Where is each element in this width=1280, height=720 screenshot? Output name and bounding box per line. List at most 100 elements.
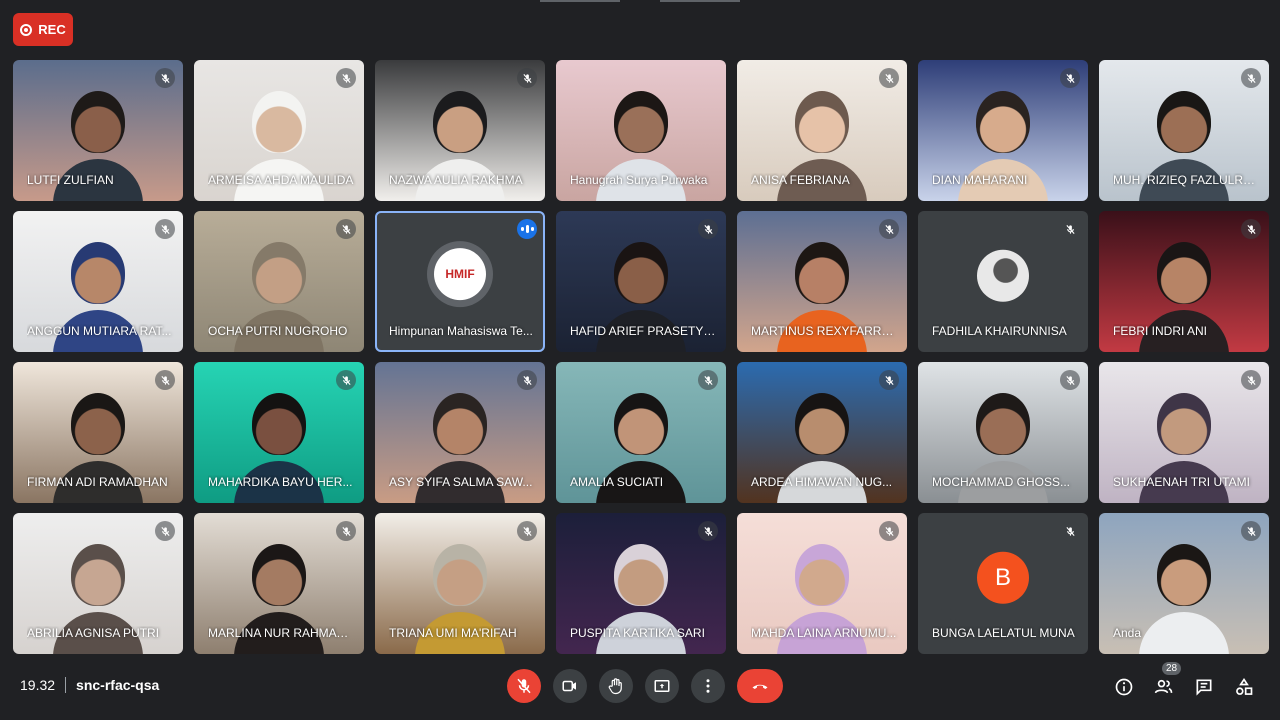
avatar: B — [977, 551, 1029, 604]
participant-tile[interactable]: LUTFI ZULFIAN — [13, 60, 183, 201]
participant-tile[interactable]: MUH. RIZIEQ FAZLULRA... — [1099, 60, 1269, 201]
participant-name: MAHDA LAINA ARNUMU... — [751, 626, 897, 640]
participant-tile[interactable]: SUKHAENAH TRI UTAMI — [1099, 362, 1269, 503]
mic-off-icon — [517, 678, 531, 694]
recording-label: REC — [38, 22, 66, 37]
top-indicator-segment — [540, 0, 620, 2]
camera-toggle-button[interactable] — [553, 669, 587, 703]
activities-button[interactable] — [1232, 675, 1256, 699]
participant-tile[interactable]: Hanugrah Surya Purwaka — [556, 60, 726, 201]
participant-name: FADHILA KHAIRUNNISA — [932, 324, 1067, 338]
participant-tile[interactable]: MARTINUS REXYFARREL... — [737, 211, 907, 352]
participant-tile[interactable]: ASY SYIFA SALMA SAW... — [375, 362, 545, 503]
info-icon — [1115, 678, 1133, 696]
participant-tile[interactable]: MARLINA NUR RAHMAW... — [194, 513, 364, 654]
participant-name: Anda — [1113, 626, 1142, 640]
mic-off-icon — [517, 68, 537, 88]
participant-tile[interactable]: Anda — [1099, 513, 1269, 654]
participant-name: ASY SYIFA SALMA SAW... — [389, 475, 533, 489]
participant-tile[interactable]: HAFID ARIEF PRASETYO - — [556, 211, 726, 352]
mic-off-icon — [336, 219, 356, 239]
participant-name: ANISA FEBRIANA — [751, 173, 850, 187]
participant-name: MARLINA NUR RAHMAW... — [208, 626, 356, 640]
participant-name: MAHARDIKA BAYU HER... — [208, 475, 353, 489]
participant-name: SUKHAENAH TRI UTAMI — [1113, 475, 1250, 489]
hmif-logo-text: HMIF — [434, 247, 486, 300]
participant-grid: LUTFI ZULFIAN ARMEISA AHDA MAULIDA NAZWA A… — [13, 60, 1269, 654]
mic-off-icon — [1241, 521, 1261, 541]
participant-tile[interactable]: AMALIA SUCIATI — [556, 362, 726, 503]
speaking-indicator-icon — [517, 219, 537, 239]
participant-name: MUH. RIZIEQ FAZLULRA... — [1113, 173, 1261, 187]
meeting-code: snc-rfac-qsa — [76, 677, 160, 693]
participant-name: HAFID ARIEF PRASETYO - — [570, 324, 718, 338]
record-icon — [20, 23, 33, 36]
participant-tile[interactable]: TRIANA UMI MA'RIFAH — [375, 513, 545, 654]
mic-off-icon — [155, 370, 175, 390]
participant-tile[interactable]: MOCHAMMAD GHOSS... — [918, 362, 1088, 503]
more-options-button[interactable] — [691, 669, 725, 703]
participant-name: FEBRI INDRI ANI — [1113, 324, 1208, 338]
participant-tile[interactable]: FIRMAN ADI RAMADHAN — [13, 362, 183, 503]
mic-off-icon — [1060, 521, 1080, 541]
mic-off-icon — [879, 219, 899, 239]
mic-off-icon — [155, 521, 175, 541]
participant-tile[interactable]: DIAN MAHARANI — [918, 60, 1088, 201]
chat-button[interactable] — [1192, 675, 1216, 699]
participant-tile[interactable]: ARMEISA AHDA MAULIDA — [194, 60, 364, 201]
mic-off-icon — [698, 219, 718, 239]
activities-icon — [1236, 677, 1253, 695]
people-icon — [1154, 679, 1173, 694]
present-screen-icon — [654, 680, 670, 692]
meeting-details-button[interactable] — [1112, 675, 1136, 699]
participant-tile[interactable]: OCHA PUTRI NUGROHO — [194, 211, 364, 352]
bottom-toolbar: 19.32 snc-rfac-qsa 28 — [0, 655, 1280, 720]
mic-off-icon — [517, 521, 537, 541]
participant-tile[interactable]: B BUNGA LAELATUL MUNA — [918, 513, 1088, 654]
top-indicator-segment — [660, 0, 740, 2]
meeting-time: 19.32 — [20, 677, 56, 693]
participant-name: BUNGA LAELATUL MUNA — [932, 626, 1075, 640]
participant-name: Himpunan Mahasiswa Te... — [389, 324, 533, 338]
chat-icon — [1196, 679, 1212, 696]
mic-off-icon — [1241, 68, 1261, 88]
participant-name: ARMEISA AHDA MAULIDA — [208, 173, 354, 187]
participant-tile[interactable]: FADHILA KHAIRUNNISA — [918, 211, 1088, 352]
participants-count-badge: 28 — [1162, 662, 1182, 675]
participant-name: NAZWA AULIA RAKHMA — [389, 173, 523, 187]
top-indicator — [0, 0, 1280, 4]
camera-icon — [562, 680, 576, 692]
mic-off-icon — [336, 68, 356, 88]
participant-tile[interactable]: PUSPITA KARTIKA SARI — [556, 513, 726, 654]
participant-tile[interactable]: MAHARDIKA BAYU HER... — [194, 362, 364, 503]
mic-toggle-button[interactable] — [507, 669, 541, 703]
mic-off-icon — [517, 370, 537, 390]
participant-tile[interactable]: ANISA FEBRIANA — [737, 60, 907, 201]
present-screen-button[interactable] — [645, 669, 679, 703]
raise-hand-button[interactable] — [599, 669, 633, 703]
people-button[interactable]: 28 — [1152, 662, 1182, 699]
mic-off-icon — [879, 68, 899, 88]
recording-indicator: REC — [13, 13, 73, 46]
participant-name: ARDEA HIMAWAN NUG... — [751, 475, 893, 489]
call-controls — [507, 669, 783, 703]
participant-name: AMALIA SUCIATI — [570, 475, 664, 489]
participant-name: PUSPITA KARTIKA SARI — [570, 626, 705, 640]
end-call-button[interactable] — [737, 669, 783, 703]
participant-tile[interactable]: HMIF Himpunan Mahasiswa Te... — [375, 211, 545, 352]
participant-name: MARTINUS REXYFARREL... — [751, 324, 899, 338]
participant-tile[interactable]: ANGGUN MUTIARA RAT... — [13, 211, 183, 352]
mic-off-icon — [336, 370, 356, 390]
participant-tile[interactable]: ABRILIA AGNISA PUTRI — [13, 513, 183, 654]
mic-off-icon — [155, 68, 175, 88]
side-controls: 28 — [1112, 662, 1256, 699]
mic-off-icon — [1060, 219, 1080, 239]
participant-tile[interactable]: FEBRI INDRI ANI — [1099, 211, 1269, 352]
participant-name: LUTFI ZULFIAN — [27, 173, 114, 187]
participant-tile[interactable]: NAZWA AULIA RAKHMA — [375, 60, 545, 201]
mic-off-icon — [1241, 370, 1261, 390]
participant-tile[interactable]: ARDEA HIMAWAN NUG... — [737, 362, 907, 503]
participant-tile[interactable]: MAHDA LAINA ARNUMU... — [737, 513, 907, 654]
mic-off-icon — [1060, 370, 1080, 390]
participant-name: OCHA PUTRI NUGROHO — [208, 324, 348, 338]
